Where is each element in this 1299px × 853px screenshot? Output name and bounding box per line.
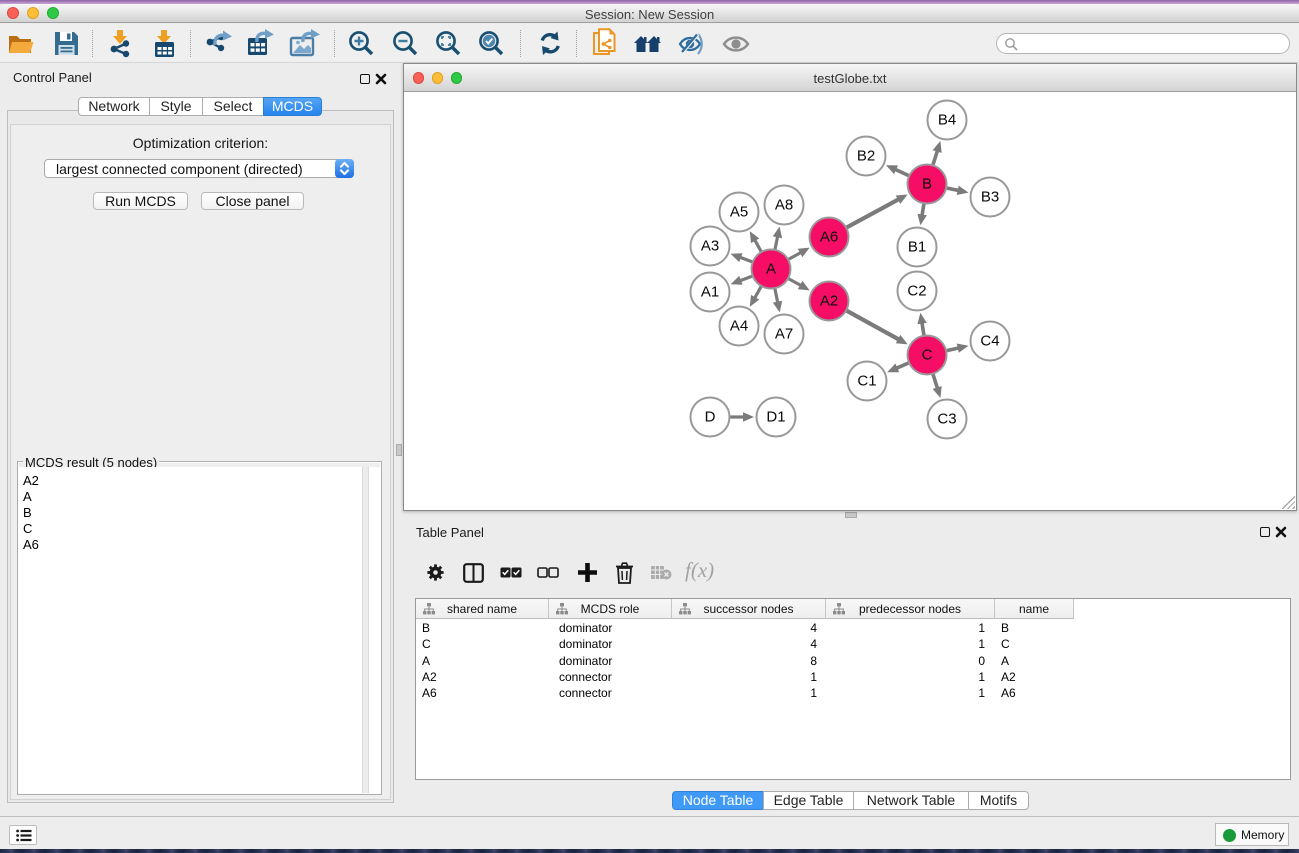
svg-text:B1: B1 <box>908 239 926 256</box>
svg-text:A1: A1 <box>701 284 719 301</box>
svg-text:C3: C3 <box>937 411 956 428</box>
svg-text:B3: B3 <box>981 189 999 206</box>
svg-text:C: C <box>922 347 933 364</box>
svg-text:A: A <box>766 261 776 278</box>
svg-text:B: B <box>922 176 932 193</box>
svg-text:A2: A2 <box>820 293 838 310</box>
svg-text:A8: A8 <box>775 197 793 214</box>
svg-text:D1: D1 <box>766 409 785 426</box>
svg-text:D: D <box>705 409 716 426</box>
svg-text:B2: B2 <box>857 148 875 165</box>
svg-text:B4: B4 <box>938 112 956 129</box>
svg-text:A4: A4 <box>730 318 748 335</box>
svg-text:A3: A3 <box>701 238 719 255</box>
svg-text:A7: A7 <box>775 326 793 343</box>
svg-text:C1: C1 <box>857 373 876 390</box>
svg-text:C4: C4 <box>980 333 999 350</box>
svg-text:C2: C2 <box>907 283 926 300</box>
svg-text:A6: A6 <box>820 229 838 246</box>
svg-text:A5: A5 <box>730 204 748 221</box>
